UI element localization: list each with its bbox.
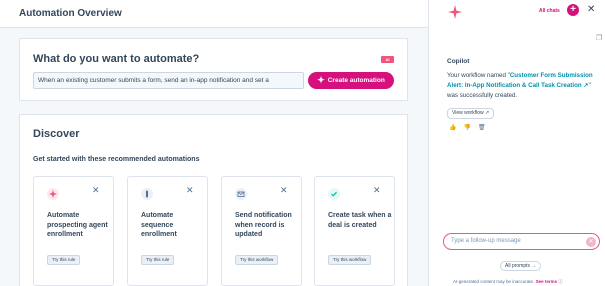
recommendation-card[interactable]: ✕ Automate prospecting agent enrollment … xyxy=(33,176,114,286)
info-icon: ⓘ xyxy=(558,279,563,284)
task-icon xyxy=(328,188,340,200)
recommendation-card[interactable]: ✕ Automate sequence enrollment Try this … xyxy=(127,176,208,286)
new-chat-button[interactable]: + xyxy=(567,4,579,16)
sequence-icon xyxy=(141,188,153,200)
see-terms-link[interactable]: See terms xyxy=(536,279,558,284)
close-icon[interactable]: ✕ xyxy=(92,186,100,195)
recommendation-label: Automate sequence enrollment xyxy=(141,212,177,238)
try-recommendation-button[interactable]: Try this rule xyxy=(141,255,175,265)
create-automation-button[interactable]: ✦ Create automation xyxy=(308,72,394,89)
discover-subtitle: Get started with these recommended autom… xyxy=(33,156,200,163)
recommendation-label: Create task when a deal is created xyxy=(328,212,392,229)
page-title: Automation Overview xyxy=(19,8,122,19)
thumbs-up-icon[interactable]: 👍 xyxy=(449,124,456,131)
disclaimer-text: AI-generated content may be inaccurate. xyxy=(453,279,535,284)
view-workflow-label: View workflow xyxy=(452,110,484,116)
page-header: Automation Overview xyxy=(0,0,428,28)
external-link-icon: ↗ xyxy=(484,110,490,116)
automate-card: What do you want to automate? AI When an… xyxy=(19,38,408,101)
external-link-icon[interactable]: ↗ xyxy=(582,82,588,89)
all-prompts-button[interactable]: All prompts → xyxy=(500,261,542,271)
sparkle-icon: ✦ xyxy=(317,75,325,85)
all-prompts-label: All prompts xyxy=(505,263,531,269)
copilot-panel: All chats + ✕ ❐ Copilot Your workflow na… xyxy=(428,0,605,286)
message-prefix: Your workflow named " xyxy=(447,72,510,79)
close-icon[interactable]: ✕ xyxy=(280,186,288,195)
automation-prompt-input[interactable]: When an existing customer submits a form… xyxy=(33,72,304,89)
try-recommendation-button[interactable]: Try this workflow xyxy=(235,255,279,265)
recommendation-label: Send notification when record is updated xyxy=(235,212,292,238)
create-automation-label: Create automation xyxy=(327,77,385,84)
view-workflow-button[interactable]: View workflow ↗ xyxy=(447,108,495,119)
discover-card: Discover Get started with these recommen… xyxy=(19,114,408,286)
ai-disclaimer: AI-generated content may be inaccurate. … xyxy=(453,279,563,285)
thumbs-down-icon[interactable]: 👎 xyxy=(463,124,470,131)
close-icon[interactable]: ✕ xyxy=(186,186,194,195)
feedback-actions: 👍 👎 🗑 xyxy=(449,124,486,131)
send-icon[interactable]: ✕ xyxy=(586,237,596,247)
main-area: Automation Overview What do you want to … xyxy=(0,0,428,286)
sparkle-icon xyxy=(47,188,59,200)
try-recommendation-button[interactable]: Try this workflow xyxy=(328,255,372,265)
followup-placeholder: Type a follow-up message xyxy=(451,238,521,244)
copilot-label: Copilot xyxy=(447,58,470,65)
close-icon[interactable]: ✕ xyxy=(587,4,595,15)
discover-title: Discover xyxy=(33,128,80,140)
automate-card-title: What do you want to automate? xyxy=(33,53,200,65)
arrow-right-icon: → xyxy=(531,263,537,269)
copilot-message: Your workflow named "Customer Form Submi… xyxy=(447,71,602,101)
all-chats-link[interactable]: All chats xyxy=(539,8,560,14)
copy-icon[interactable]: ❐ xyxy=(596,34,602,42)
ai-badge: AI xyxy=(381,56,394,63)
recommendation-label: Automate prospecting agent enrollment xyxy=(47,212,108,238)
close-icon[interactable]: ✕ xyxy=(373,186,381,195)
trash-icon[interactable]: 🗑 xyxy=(478,124,486,131)
recommendation-card[interactable]: ✕ Send notification when record is updat… xyxy=(221,176,302,286)
recommendation-card[interactable]: ✕ Create task when a deal is created Try… xyxy=(314,176,395,286)
mail-icon xyxy=(235,188,247,200)
try-recommendation-button[interactable]: Try this rule xyxy=(47,255,81,265)
followup-input[interactable]: Type a follow-up message ✕ xyxy=(443,233,600,250)
copilot-logo-icon xyxy=(448,5,462,19)
